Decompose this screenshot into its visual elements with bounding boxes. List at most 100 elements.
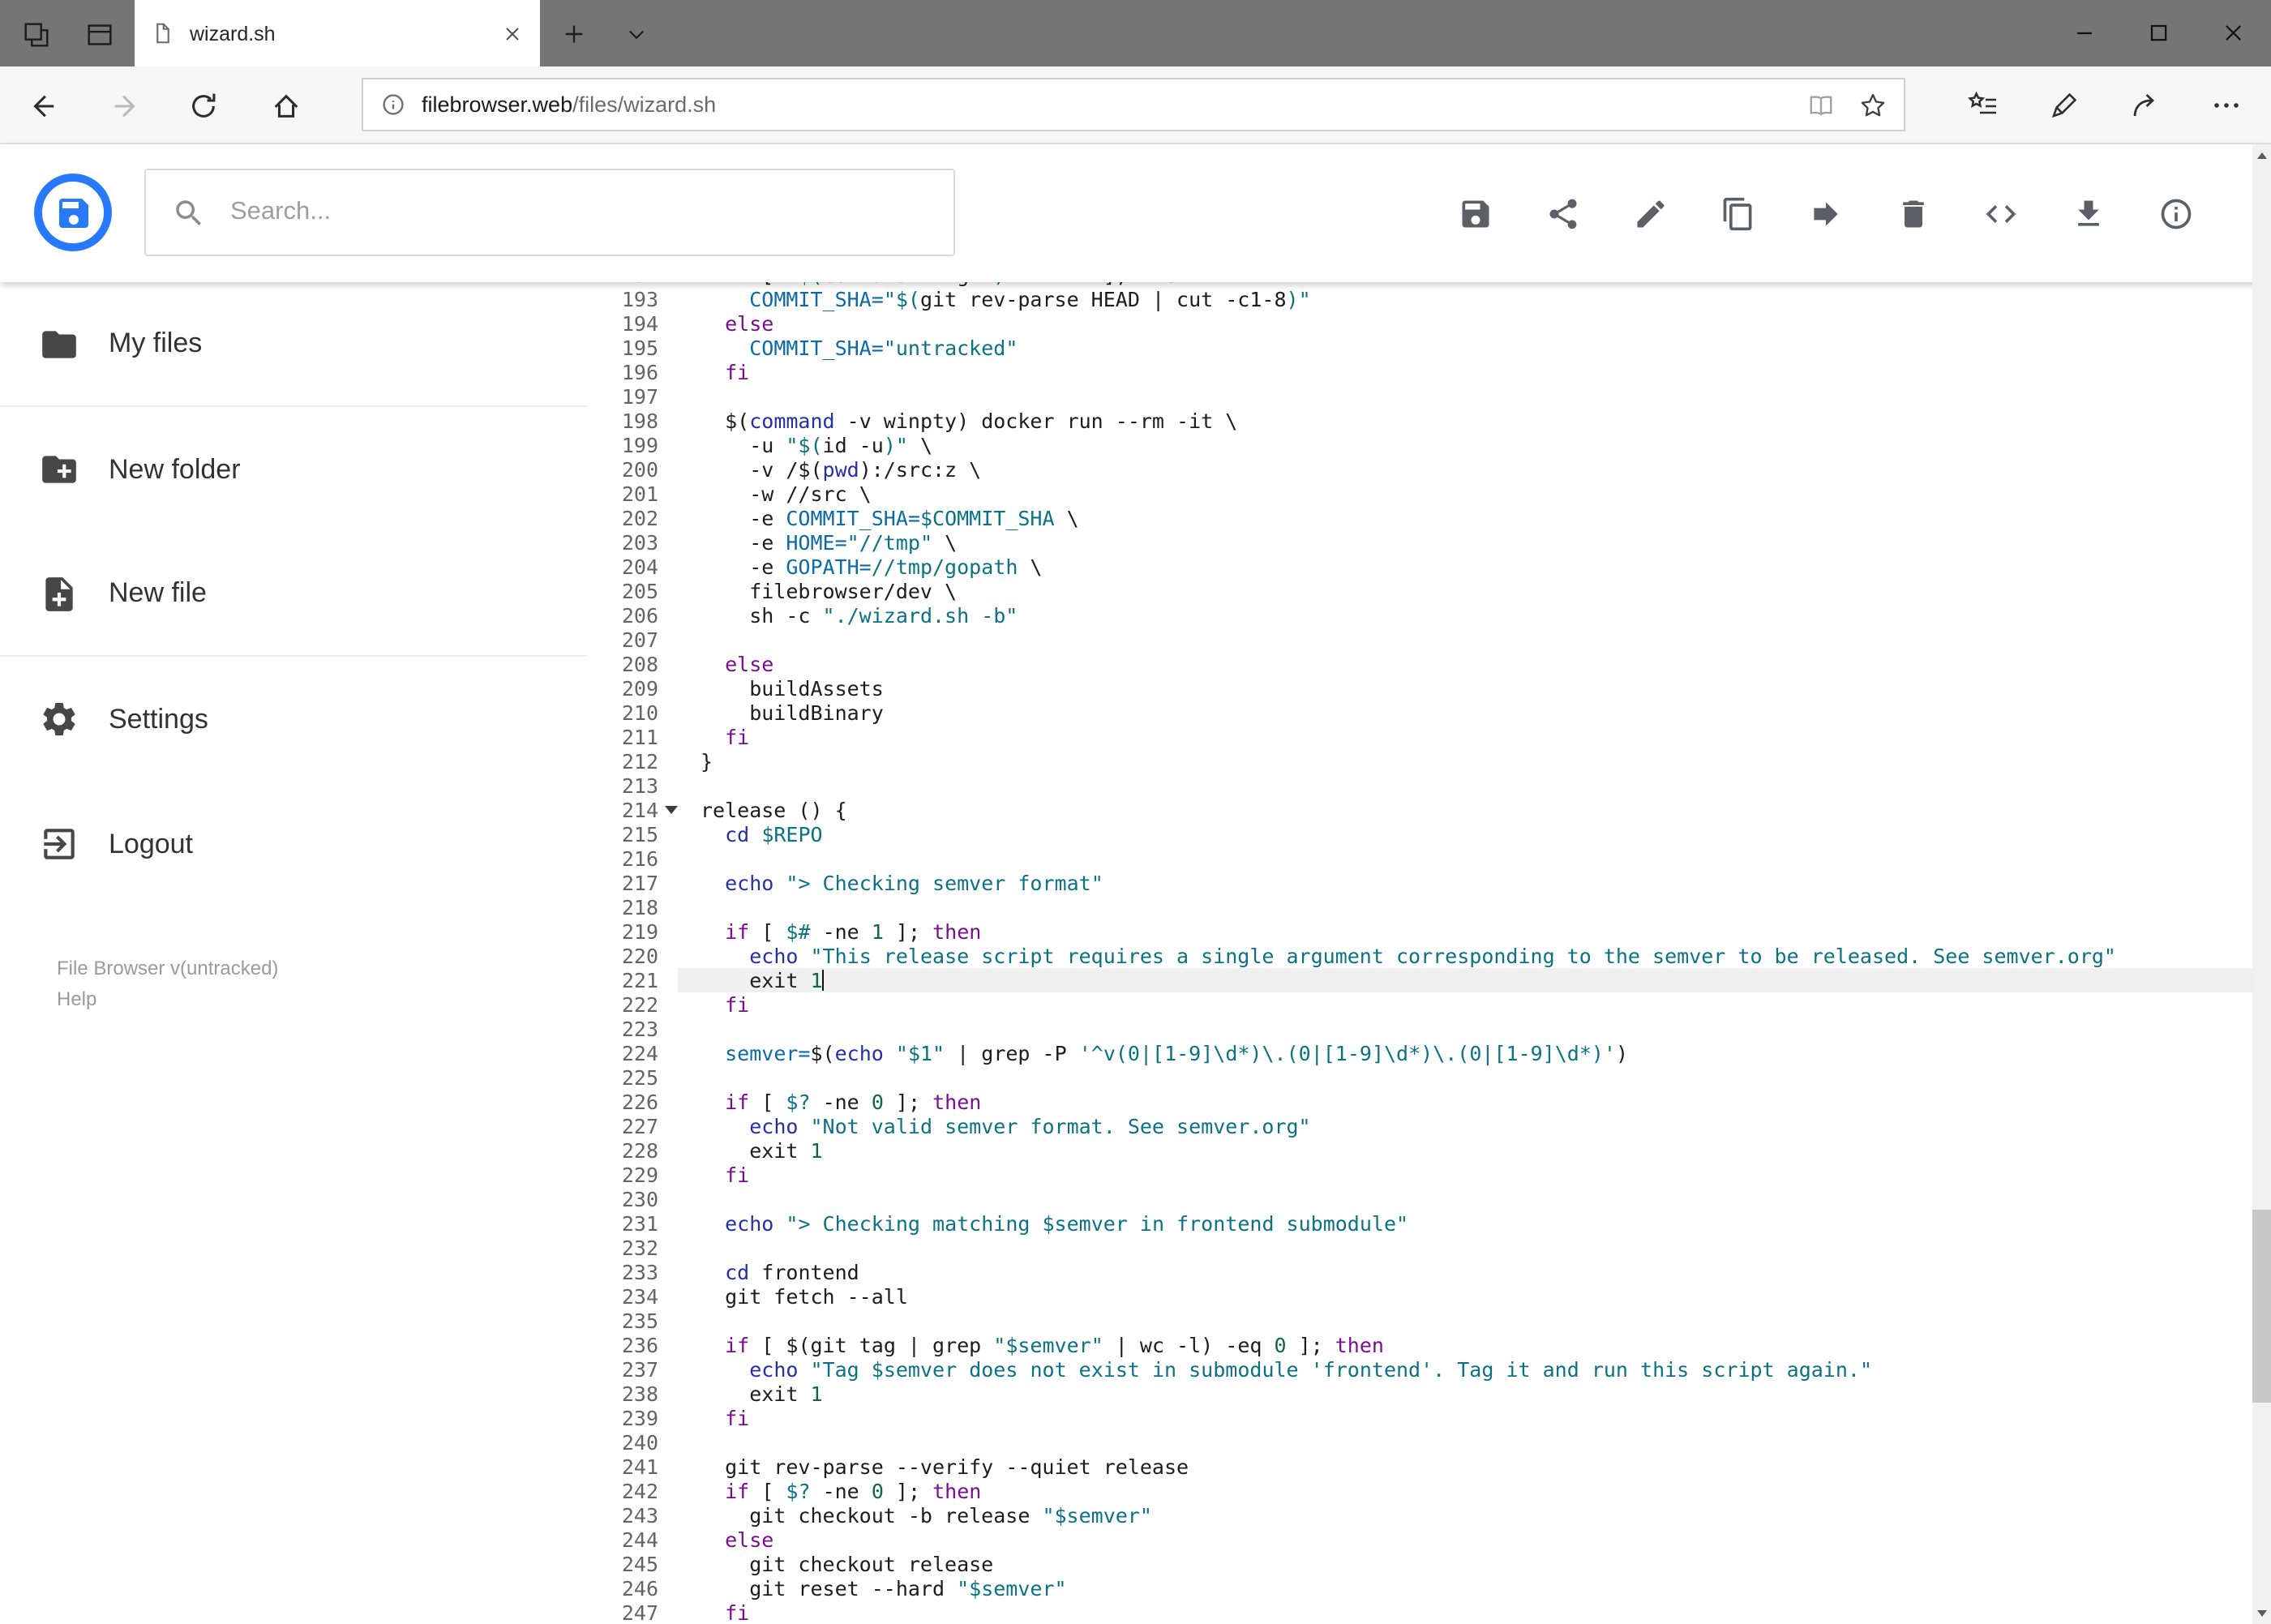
code-line[interactable]: 223 — [587, 1017, 2252, 1041]
code-line[interactable]: 246 git reset --hard "$semver" — [587, 1576, 2252, 1600]
code-line[interactable]: 234 git fetch --all — [587, 1284, 2252, 1309]
code-line[interactable]: 247 fi — [587, 1600, 2252, 1624]
code-line[interactable]: 202 -e COMMIT_SHA=$COMMIT_SHA \ — [587, 506, 2252, 530]
code-line[interactable]: 206 sh -c "./wizard.sh -b" — [587, 603, 2252, 628]
new-tab-button[interactable] — [553, 13, 595, 55]
tab-list-chevron-icon[interactable] — [615, 13, 657, 55]
code-line[interactable]: 210 buildBinary — [587, 701, 2252, 725]
code-line[interactable]: 228 exit 1 — [587, 1138, 2252, 1163]
close-button[interactable] — [2196, 0, 2271, 66]
tab-close-icon[interactable] — [501, 22, 524, 45]
code-line[interactable]: 227 echo "Not valid semver format. See s… — [587, 1114, 2252, 1138]
scrollbar-thumb[interactable] — [2252, 1210, 2271, 1403]
code-line[interactable]: 195 COMMIT_SHA="untracked" — [587, 336, 2252, 360]
sidebar-item-settings[interactable]: Settings — [0, 657, 587, 782]
code-line[interactable]: 221 exit 1 — [587, 968, 2252, 992]
back-icon[interactable] — [21, 84, 65, 128]
scroll-down-icon[interactable] — [2252, 1603, 2271, 1624]
copy-icon[interactable] — [1718, 194, 1757, 233]
sidebar-item-logout[interactable]: Logout — [0, 782, 587, 906]
code-icon[interactable] — [1981, 194, 2020, 233]
code-line[interactable]: 215 cd $REPO — [587, 822, 2252, 846]
page-info-icon[interactable] — [379, 91, 407, 118]
search-box[interactable] — [144, 169, 955, 256]
sidebar-item-my-files[interactable]: My files — [0, 282, 587, 407]
move-icon[interactable] — [1806, 194, 1845, 233]
code-line[interactable]: 229 fi — [587, 1163, 2252, 1187]
code-line[interactable]: 235 — [587, 1309, 2252, 1333]
help-link[interactable]: Help — [57, 984, 278, 1015]
reading-view-icon[interactable] — [1806, 90, 1836, 119]
code-line[interactable]: 233 cd frontend — [587, 1260, 2252, 1284]
sidebar-item-new-folder[interactable]: New folder — [0, 407, 587, 532]
code-line[interactable]: 211 fi — [587, 725, 2252, 749]
code-line[interactable]: 225 — [587, 1065, 2252, 1090]
code-line[interactable]: 232 — [587, 1236, 2252, 1260]
code-line[interactable]: 239 fi — [587, 1406, 2252, 1430]
code-line[interactable]: 236 if [ $(git tag | grep "$semver" | wc… — [587, 1333, 2252, 1357]
code-line[interactable]: 213 — [587, 773, 2252, 798]
delete-icon[interactable] — [1893, 194, 1932, 233]
hub-icon[interactable] — [1950, 73, 2015, 138]
code-line[interactable]: 212} — [587, 749, 2252, 773]
code-line[interactable]: 231 echo "> Checking matching $semver in… — [587, 1211, 2252, 1236]
code-line[interactable]: 242 if [ $? -ne 0 ]; then — [587, 1479, 2252, 1503]
filebrowser-logo[interactable] — [32, 172, 114, 253]
favorite-star-icon[interactable] — [1858, 90, 1888, 119]
code-line[interactable]: 209 buildAssets — [587, 676, 2252, 701]
search-input[interactable] — [227, 196, 928, 229]
code-line[interactable]: 201 -w //src \ — [587, 482, 2252, 506]
code-line[interactable]: 243 git checkout -b release "$semver" — [587, 1503, 2252, 1528]
code-line[interactable]: 240 — [587, 1430, 2252, 1455]
code-line[interactable]: 205 filebrowser/dev \ — [587, 579, 2252, 603]
share-icon[interactable] — [2112, 73, 2177, 138]
code-line[interactable]: 218 — [587, 895, 2252, 919]
code-line[interactable]: 244 else — [587, 1528, 2252, 1552]
address-bar[interactable]: filebrowser.web/files/wizard.sh — [362, 78, 1905, 131]
scroll-up-icon[interactable] — [2252, 144, 2271, 165]
code-line[interactable]: 219 if [ $# -ne 1 ]; then — [587, 919, 2252, 944]
home-icon[interactable] — [264, 84, 308, 128]
edit-icon[interactable] — [1630, 194, 1669, 233]
code-line[interactable]: 204 -e GOPATH=//tmp/gopath \ — [587, 555, 2252, 579]
share-file-icon[interactable] — [1543, 194, 1582, 233]
code-line[interactable]: 214 release () { — [587, 798, 2252, 822]
code-line[interactable]: 226 if [ $? -ne 0 ]; then — [587, 1090, 2252, 1114]
code-line[interactable]: 216 — [587, 846, 2252, 871]
code-line[interactable]: 198 $(command -v winpty) docker run --rm… — [587, 409, 2252, 433]
minimize-button[interactable] — [2047, 0, 2122, 66]
maximize-button[interactable] — [2122, 0, 2196, 66]
sidebar-item-new-file[interactable]: New file — [0, 532, 587, 657]
code-line[interactable]: 193 COMMIT_SHA="$(git rev-parse HEAD | c… — [587, 287, 2252, 311]
code-line[interactable]: 241 git rev-parse --verify --quiet relea… — [587, 1455, 2252, 1479]
save-icon[interactable] — [1455, 194, 1494, 233]
forward-icon[interactable] — [104, 84, 148, 128]
code-line[interactable]: 217 echo "> Checking semver format" — [587, 871, 2252, 895]
page-scrollbar[interactable] — [2252, 144, 2271, 1624]
code-line[interactable]: 197 — [587, 384, 2252, 409]
code-line[interactable]: 199 -u "$(id -u)" \ — [587, 433, 2252, 457]
refresh-icon[interactable] — [182, 84, 225, 128]
code-line[interactable]: 222 fi — [587, 992, 2252, 1017]
code-line[interactable]: 238 exit 1 — [587, 1382, 2252, 1406]
code-editor[interactable]: 192 if [ "$(command -v git)" != "" ]; th… — [587, 282, 2252, 1624]
code-line[interactable]: 194 else — [587, 311, 2252, 336]
code-line[interactable]: 200 -v /$(pwd):/src:z \ — [587, 457, 2252, 482]
code-line[interactable]: 203 -e HOME="//tmp" \ — [587, 530, 2252, 555]
code-line[interactable]: 224 semver=$(echo "$1" | grep -P '^v(0|[… — [587, 1041, 2252, 1065]
tabs-overview-icon[interactable] — [15, 13, 57, 55]
code-line[interactable]: 220 echo "This release script requires a… — [587, 944, 2252, 968]
download-icon[interactable] — [2068, 194, 2107, 233]
code-line[interactable]: 207 — [587, 628, 2252, 652]
code-line[interactable]: 208 else — [587, 652, 2252, 676]
code-line[interactable]: 230 — [587, 1187, 2252, 1211]
code-line[interactable]: 237 echo "Tag $semver does not exist in … — [587, 1357, 2252, 1382]
browser-tab[interactable]: wizard.sh — [135, 0, 540, 66]
fold-arrow-icon[interactable] — [665, 806, 678, 814]
web-note-icon[interactable] — [2031, 73, 2096, 138]
info-icon[interactable] — [2156, 194, 2195, 233]
set-tabs-aside-icon[interactable] — [78, 13, 120, 55]
code-line[interactable]: 245 git checkout release — [587, 1552, 2252, 1576]
code-line[interactable]: 196 fi — [587, 360, 2252, 384]
more-icon[interactable] — [2193, 73, 2258, 138]
